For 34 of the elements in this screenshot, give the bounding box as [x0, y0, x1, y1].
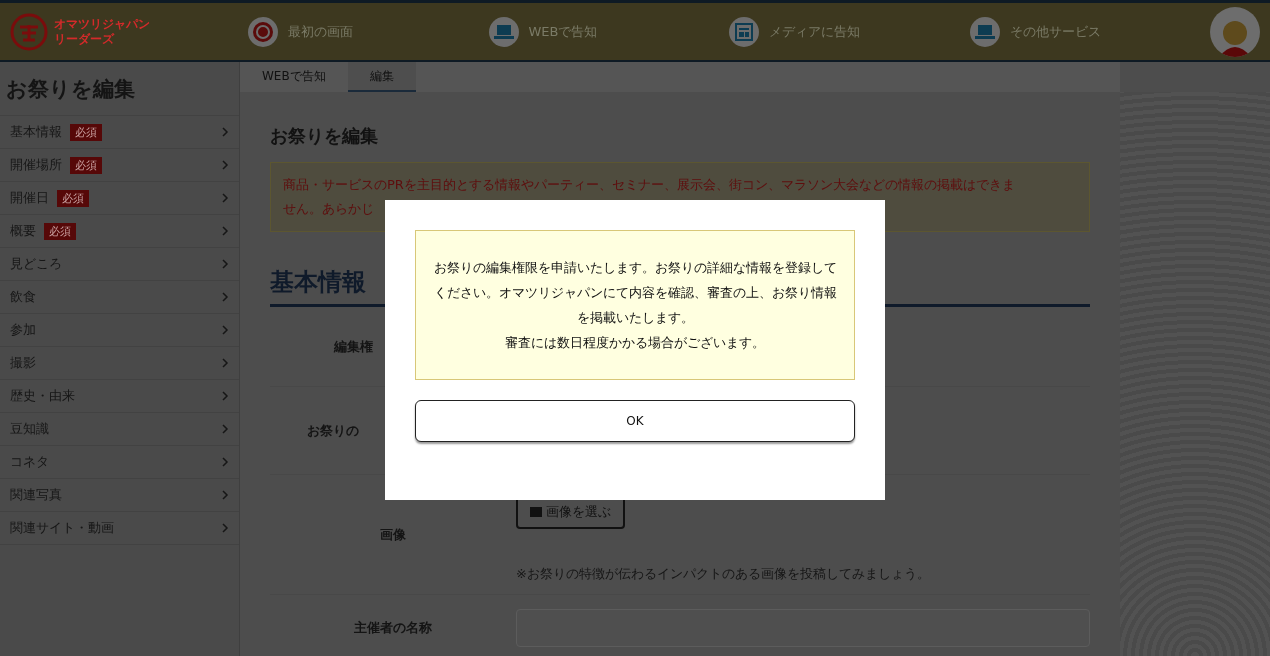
ok-button[interactable]: OK — [415, 400, 855, 442]
required-badge: 必須 — [70, 123, 102, 141]
chevron-right-icon — [221, 160, 229, 170]
page-title: お祭りを編集 — [270, 124, 379, 148]
required-badge: 必須 — [44, 222, 76, 240]
chevron-right-icon — [221, 457, 229, 467]
chevron-right-icon — [221, 193, 229, 203]
chevron-right-icon — [221, 424, 229, 434]
chevron-right-icon — [221, 358, 229, 368]
newspaper-icon — [734, 21, 754, 42]
field-label: 画像 — [380, 525, 406, 544]
required-badge: 必須 — [70, 156, 102, 174]
field-label: 主催者の名称 — [354, 618, 432, 637]
chevron-right-icon — [221, 391, 229, 401]
chevron-right-icon — [221, 325, 229, 335]
mascot-avatar[interactable] — [1210, 6, 1260, 57]
chevron-right-icon — [221, 490, 229, 500]
chevron-right-icon — [221, 127, 229, 137]
laptop-icon — [974, 23, 995, 40]
required-badge: 必須 — [57, 189, 89, 207]
logo-text: オマツリジャパン リーダーズ — [54, 16, 150, 47]
nav-link[interactable]: 最初の画面 — [248, 16, 489, 47]
chevron-right-icon — [221, 523, 229, 533]
image-icon — [530, 506, 542, 517]
chevron-right-icon — [221, 226, 229, 236]
chevron-right-icon — [221, 259, 229, 269]
nav-link[interactable]: メディアに告知 — [729, 16, 970, 47]
field-label: お祭りの — [307, 421, 359, 440]
message-text: 審査には数日程度かかる場合がございます。 — [504, 334, 766, 352]
nav-link[interactable]: WEBで告知 — [488, 16, 729, 47]
notice-text: せん。あらかじ — [283, 200, 375, 218]
laptop-icon — [493, 23, 514, 40]
field-label: 編集権 — [333, 337, 373, 356]
chevron-right-icon — [221, 292, 229, 302]
